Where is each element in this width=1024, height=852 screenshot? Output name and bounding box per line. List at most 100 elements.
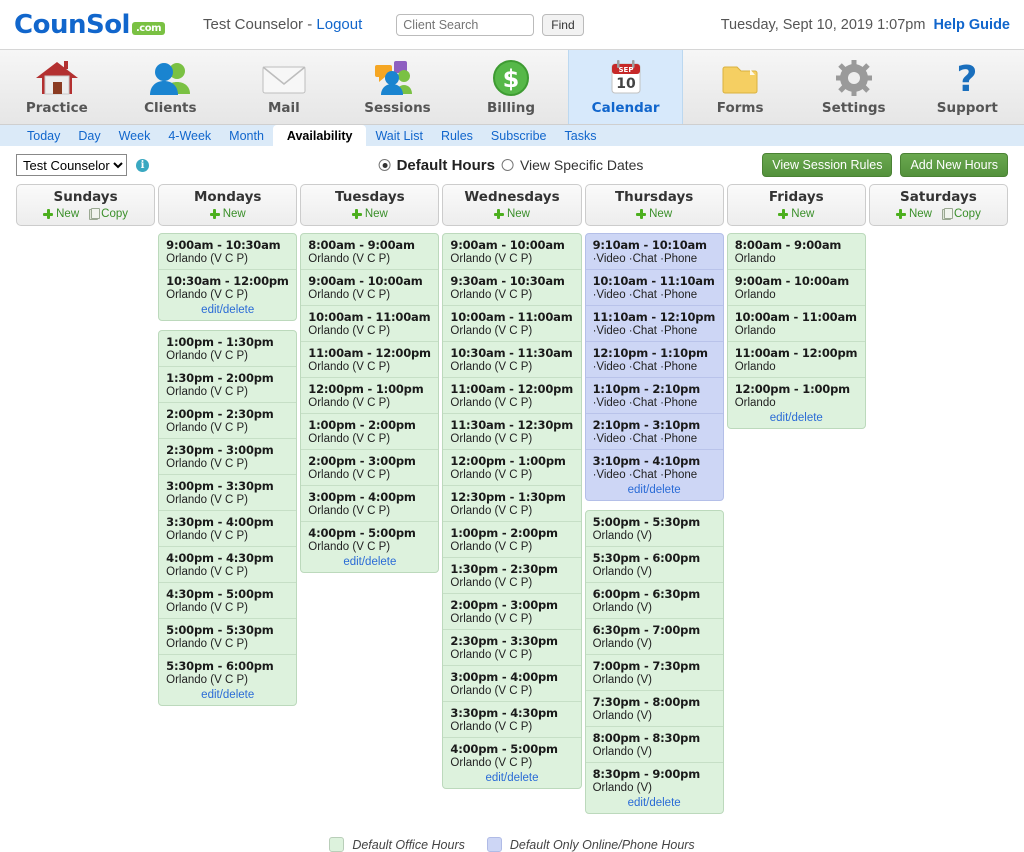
nav-item-clients[interactable]: Clients <box>114 50 228 124</box>
copy-hours-link[interactable]: Copy <box>942 208 981 220</box>
availability-slot[interactable]: 3:30pm - 4:30pmOrlando (V C P) <box>443 701 580 737</box>
new-hours-link[interactable]: New <box>210 208 246 220</box>
nav-item-settings[interactable]: Settings <box>797 50 911 124</box>
availability-slot[interactable]: 2:00pm - 3:00pmOrlando (V C P) <box>301 449 438 485</box>
subnav-availability[interactable]: Availability <box>273 125 367 146</box>
nav-item-calendar[interactable]: SEP 10 Calendar <box>568 50 684 124</box>
availability-slot[interactable]: 4:00pm - 4:30pmOrlando (V C P) <box>159 546 296 582</box>
subnav-subscribe[interactable]: Subscribe <box>482 125 556 146</box>
availability-slot[interactable]: 11:00am - 12:00pmOrlando (V C P) <box>301 341 438 377</box>
availability-slot[interactable]: 3:00pm - 4:00pmOrlando (V C P) <box>301 485 438 521</box>
availability-slot[interactable]: 1:00pm - 1:30pmOrlando (V C P) <box>159 331 296 366</box>
availability-slot[interactable]: 1:30pm - 2:00pmOrlando (V C P) <box>159 366 296 402</box>
nav-item-support[interactable]: ? Support <box>911 50 1024 124</box>
availability-slot[interactable]: 11:00am - 12:00pmOrlando <box>728 341 865 377</box>
availability-slot[interactable]: 9:00am - 10:30amOrlando (V C P) <box>159 234 296 269</box>
edit-delete-link[interactable]: edit/delete <box>586 797 723 813</box>
radio-specific-dates[interactable]: View Specific Dates <box>502 157 645 173</box>
availability-slot[interactable]: 5:00pm - 5:30pmOrlando (V C P) <box>159 618 296 654</box>
availability-slot[interactable]: 2:00pm - 2:30pmOrlando (V C P) <box>159 402 296 438</box>
info-icon[interactable]: i <box>136 159 149 172</box>
availability-slot[interactable]: 10:00am - 11:00amOrlando (V C P) <box>443 305 580 341</box>
subnav-today[interactable]: Today <box>18 125 69 146</box>
availability-slot[interactable]: 9:30am - 10:30amOrlando (V C P) <box>443 269 580 305</box>
edit-delete-link[interactable]: edit/delete <box>159 304 296 320</box>
availability-slot[interactable]: 11:30am - 12:30pmOrlando (V C P) <box>443 413 580 449</box>
radio-default-hours[interactable]: Default Hours <box>379 157 495 174</box>
availability-slot[interactable]: 11:10am - 12:10pm·Video ·Chat ·Phone <box>586 305 723 341</box>
availability-slot[interactable]: 7:00pm - 7:30pmOrlando (V) <box>586 654 723 690</box>
availability-slot[interactable]: 10:10am - 11:10am·Video ·Chat ·Phone <box>586 269 723 305</box>
availability-slot[interactable]: 3:30pm - 4:00pmOrlando (V C P) <box>159 510 296 546</box>
nav-item-practice[interactable]: Practice <box>0 50 114 124</box>
availability-slot[interactable]: 1:10pm - 2:10pm·Video ·Chat ·Phone <box>586 377 723 413</box>
availability-slot[interactable]: 8:30pm - 9:00pmOrlando (V) <box>586 762 723 798</box>
availability-block[interactable]: 9:00am - 10:30amOrlando (V C P)10:30am -… <box>158 233 297 321</box>
logo[interactable]: CounSol .com <box>14 10 165 40</box>
availability-block[interactable]: 8:00am - 9:00amOrlando (V C P)9:00am - 1… <box>300 233 439 573</box>
availability-slot[interactable]: 1:00pm - 2:00pmOrlando (V C P) <box>443 521 580 557</box>
availability-slot[interactable]: 6:00pm - 6:30pmOrlando (V) <box>586 582 723 618</box>
counselor-select[interactable]: Test Counselor <box>16 154 127 176</box>
edit-delete-link[interactable]: edit/delete <box>159 689 296 705</box>
copy-hours-link[interactable]: Copy <box>89 208 128 220</box>
availability-slot[interactable]: 8:00am - 9:00amOrlando <box>728 234 865 269</box>
nav-item-billing[interactable]: $ Billing <box>454 50 568 124</box>
nav-item-sessions[interactable]: Sessions <box>341 50 455 124</box>
subnav-week[interactable]: Week <box>110 125 160 146</box>
subnav-month[interactable]: Month <box>220 125 273 146</box>
availability-slot[interactable]: 11:00am - 12:00pmOrlando (V C P) <box>443 377 580 413</box>
help-guide-link[interactable]: Help Guide <box>933 17 1010 33</box>
edit-delete-link[interactable]: edit/delete <box>443 772 580 788</box>
availability-slot[interactable]: 10:00am - 11:00amOrlando <box>728 305 865 341</box>
nav-item-forms[interactable]: Forms <box>683 50 797 124</box>
availability-slot[interactable]: 2:00pm - 3:00pmOrlando (V C P) <box>443 593 580 629</box>
subnav-tasks[interactable]: Tasks <box>556 125 606 146</box>
availability-slot[interactable]: 6:30pm - 7:00pmOrlando (V) <box>586 618 723 654</box>
availability-slot[interactable]: 5:30pm - 6:00pmOrlando (V C P) <box>159 654 296 690</box>
new-hours-link[interactable]: New <box>636 208 672 220</box>
availability-slot[interactable]: 8:00pm - 8:30pmOrlando (V) <box>586 726 723 762</box>
availability-block[interactable]: 9:00am - 10:00amOrlando (V C P)9:30am - … <box>442 233 581 789</box>
availability-slot[interactable]: 5:30pm - 6:00pmOrlando (V) <box>586 546 723 582</box>
availability-slot[interactable]: 5:00pm - 5:30pmOrlando (V) <box>586 511 723 546</box>
subnav-day[interactable]: Day <box>69 125 109 146</box>
availability-block[interactable]: 5:00pm - 5:30pmOrlando (V)5:30pm - 6:00p… <box>585 510 724 814</box>
availability-block[interactable]: 1:00pm - 1:30pmOrlando (V C P)1:30pm - 2… <box>158 330 297 706</box>
availability-slot[interactable]: 7:30pm - 8:00pmOrlando (V) <box>586 690 723 726</box>
availability-block[interactable]: 8:00am - 9:00amOrlando9:00am - 10:00amOr… <box>727 233 866 429</box>
availability-slot[interactable]: 12:30pm - 1:30pmOrlando (V C P) <box>443 485 580 521</box>
add-new-hours-button[interactable]: Add New Hours <box>900 153 1008 177</box>
edit-delete-link[interactable]: edit/delete <box>301 556 438 572</box>
new-hours-link[interactable]: New <box>896 208 932 220</box>
availability-slot[interactable]: 4:00pm - 5:00pmOrlando (V C P) <box>301 521 438 557</box>
availability-block[interactable]: 9:10am - 10:10am·Video ·Chat ·Phone10:10… <box>585 233 724 501</box>
availability-slot[interactable]: 3:10pm - 4:10pm·Video ·Chat ·Phone <box>586 449 723 485</box>
edit-delete-link[interactable]: edit/delete <box>586 484 723 500</box>
availability-slot[interactable]: 9:10am - 10:10am·Video ·Chat ·Phone <box>586 234 723 269</box>
availability-slot[interactable]: 1:30pm - 2:30pmOrlando (V C P) <box>443 557 580 593</box>
availability-slot[interactable]: 2:30pm - 3:30pmOrlando (V C P) <box>443 629 580 665</box>
search-input[interactable] <box>396 14 534 36</box>
availability-slot[interactable]: 3:00pm - 3:30pmOrlando (V C P) <box>159 474 296 510</box>
availability-slot[interactable]: 8:00am - 9:00amOrlando (V C P) <box>301 234 438 269</box>
availability-slot[interactable]: 1:00pm - 2:00pmOrlando (V C P) <box>301 413 438 449</box>
new-hours-link[interactable]: New <box>494 208 530 220</box>
availability-slot[interactable]: 2:10pm - 3:10pm·Video ·Chat ·Phone <box>586 413 723 449</box>
availability-slot[interactable]: 10:30am - 11:30amOrlando (V C P) <box>443 341 580 377</box>
subnav-rules[interactable]: Rules <box>432 125 482 146</box>
view-session-rules-button[interactable]: View Session Rules <box>762 153 892 177</box>
availability-slot[interactable]: 12:00pm - 1:00pmOrlando (V C P) <box>443 449 580 485</box>
availability-slot[interactable]: 9:00am - 10:00amOrlando <box>728 269 865 305</box>
new-hours-link[interactable]: New <box>352 208 388 220</box>
availability-slot[interactable]: 3:00pm - 4:00pmOrlando (V C P) <box>443 665 580 701</box>
availability-slot[interactable]: 4:00pm - 5:00pmOrlando (V C P) <box>443 737 580 773</box>
subnav-4-week[interactable]: 4-Week <box>159 125 220 146</box>
nav-item-mail[interactable]: Mail <box>227 50 341 124</box>
availability-slot[interactable]: 4:30pm - 5:00pmOrlando (V C P) <box>159 582 296 618</box>
availability-slot[interactable]: 12:00pm - 1:00pmOrlando (V C P) <box>301 377 438 413</box>
logout-link[interactable]: Logout <box>316 16 362 33</box>
new-hours-link[interactable]: New <box>778 208 814 220</box>
availability-slot[interactable]: 12:00pm - 1:00pmOrlando <box>728 377 865 413</box>
availability-slot[interactable]: 2:30pm - 3:00pmOrlando (V C P) <box>159 438 296 474</box>
